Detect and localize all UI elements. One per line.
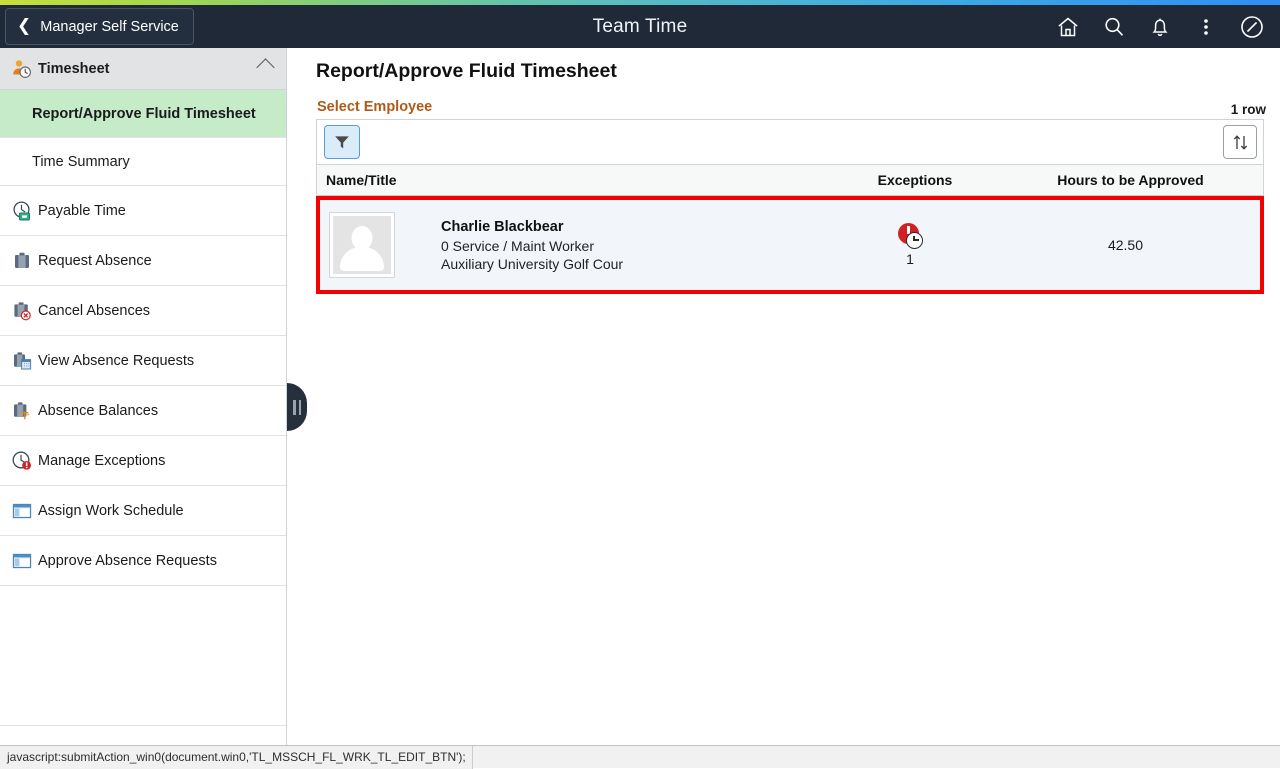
handle-bar-right <box>299 400 302 415</box>
employee-department: Auxiliary University Golf Cour <box>441 256 623 272</box>
cell-exceptions: 1 <box>820 223 1000 267</box>
sidebar-item-view-absence-requests[interactable]: View Absence Requests <box>0 336 286 386</box>
sidebar-empty-space <box>0 586 286 726</box>
clock-minute-hand <box>914 239 919 240</box>
grid-toolbar <box>316 119 1264 164</box>
header-icon-group <box>1048 5 1272 48</box>
employee-job-title: 0 Service / Maint Worker <box>441 238 623 254</box>
browser-status-bar: javascript:submitAction_win0(document.wi… <box>0 745 1280 768</box>
sidebar-item-label: Assign Work Schedule <box>38 503 184 519</box>
cell-name-title: Charlie Blackbear 0 Service / Maint Work… <box>320 212 820 278</box>
sidebar-subitem-label: Time Summary <box>32 154 130 170</box>
grid-header-row: Name/Title Exceptions Hours to be Approv… <box>316 164 1264 196</box>
sidebar-item-manage-exceptions[interactable]: Manage Exceptions <box>0 436 286 486</box>
sidebar-subitem-label: Report/Approve Fluid Timesheet <box>32 106 256 122</box>
sidebar-item-label: View Absence Requests <box>38 353 194 369</box>
page-title: Report/Approve Fluid Timesheet <box>316 60 617 83</box>
column-header-name-title[interactable]: Name/Title <box>317 172 825 188</box>
exception-count: 1 <box>906 251 914 267</box>
status-bar-link-target: javascript:submitAction_win0(document.wi… <box>0 746 473 769</box>
briefcase-cancel-icon <box>8 300 36 322</box>
chevron-left-icon: ❮ <box>17 18 31 35</box>
sidebar-item-label: Payable Time <box>38 203 126 219</box>
sidebar-item-cancel-absences[interactable]: Cancel Absences <box>0 286 286 336</box>
notifications-bell-icon[interactable] <box>1140 7 1180 47</box>
sort-updown-icon <box>1231 133 1250 152</box>
sidebar-item-report-approve-fluid-timesheet[interactable]: Report/Approve Fluid Timesheet <box>0 90 286 138</box>
cell-hours-to-be-approved: 42.50 <box>1000 237 1251 253</box>
column-header-exceptions[interactable]: Exceptions <box>825 172 1005 188</box>
home-icon[interactable] <box>1048 7 1088 47</box>
chevron-up-icon <box>256 58 274 76</box>
window-page-icon <box>8 550 36 572</box>
table-row[interactable]: Charlie Blackbear 0 Service / Maint Work… <box>316 196 1264 294</box>
search-icon[interactable] <box>1094 7 1134 47</box>
sidebar-item-assign-work-schedule[interactable]: Assign Work Schedule <box>0 486 286 536</box>
briefcase-calendar-icon <box>8 350 36 372</box>
exception-clock-alert-icon[interactable] <box>897 223 923 249</box>
avatar-body-shape <box>340 247 384 271</box>
sidebar-item-label: Cancel Absences <box>38 303 150 319</box>
briefcase-balance-icon <box>8 400 36 422</box>
column-header-hours-to-be-approved[interactable]: Hours to be Approved <box>1005 172 1256 188</box>
sidebar-item-request-absence[interactable]: Request Absence <box>0 236 286 286</box>
timesheet-person-clock-icon <box>8 58 36 80</box>
sidebar-item-label: Manage Exceptions <box>38 453 165 469</box>
sidebar-item-label: Absence Balances <box>38 403 158 419</box>
sidebar-item-absence-balances[interactable]: Absence Balances <box>0 386 286 436</box>
avatar <box>329 212 395 278</box>
clock-money-icon <box>8 200 36 222</box>
filter-button[interactable] <box>324 125 360 159</box>
briefcase-icon <box>8 250 36 272</box>
navbar-compass-icon[interactable] <box>1232 7 1272 47</box>
handle-bar-left <box>293 400 296 415</box>
sidebar-item-time-summary[interactable]: Time Summary <box>0 138 286 186</box>
exception-clock-face <box>906 232 923 249</box>
back-to-manager-self-service-button[interactable]: ❮ Manager Self Service <box>5 8 194 45</box>
sidebar-group-timesheet[interactable]: Timesheet <box>0 48 286 90</box>
employee-info-block: Charlie Blackbear 0 Service / Maint Work… <box>441 219 623 272</box>
row-count-label: 1 row <box>1231 102 1266 117</box>
back-button-label: Manager Self Service <box>40 19 179 35</box>
navigation-sidebar: Timesheet Report/Approve Fluid Timesheet… <box>0 48 287 745</box>
actions-kebab-icon[interactable] <box>1186 7 1226 47</box>
sidebar-item-label: Request Absence <box>38 253 152 269</box>
sidebar-item-payable-time[interactable]: Payable Time <box>0 186 286 236</box>
section-label-select-employee: Select Employee <box>317 99 432 115</box>
sidebar-group-label: Timesheet <box>38 61 109 77</box>
sort-button[interactable] <box>1223 125 1257 159</box>
main-content-panel: Report/Approve Fluid Timesheet Select Em… <box>288 48 1280 745</box>
filter-funnel-icon <box>333 133 351 151</box>
sidebar-item-approve-absence-requests[interactable]: Approve Absence Requests <box>0 536 286 586</box>
employee-name[interactable]: Charlie Blackbear <box>441 219 623 235</box>
clock-alert-icon <box>8 450 36 472</box>
sidebar-item-label: Approve Absence Requests <box>38 553 217 569</box>
window-page-icon <box>8 500 36 522</box>
select-employee-grid: Name/Title Exceptions Hours to be Approv… <box>316 119 1264 294</box>
app-header: Team Time ❮ Manager Self Service <box>0 5 1280 48</box>
